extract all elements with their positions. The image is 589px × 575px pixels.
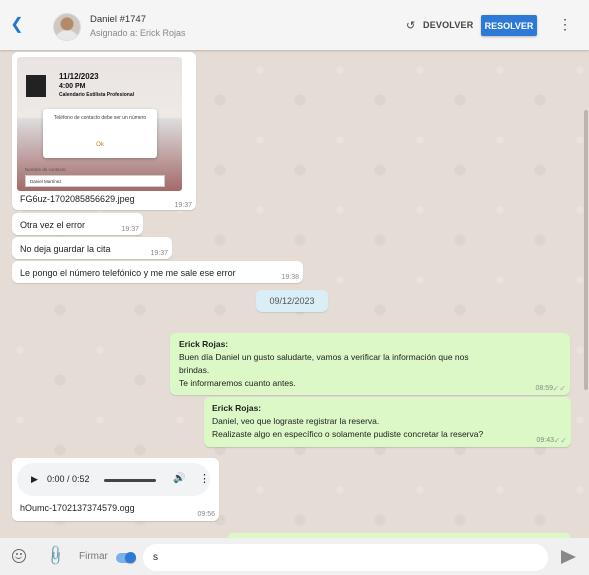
message-time: 19:38 — [281, 274, 299, 281]
message-in: No deja guardar la cita 19:37 — [12, 237, 172, 259]
message-in: Otra vez el error 19:37 — [12, 213, 143, 235]
avatar — [53, 13, 81, 41]
message-body: Erick Rojas: Daniel, veo que lograste re… — [212, 403, 483, 441]
emoji-icon[interactable] — [12, 549, 26, 563]
sign-label: Firmar — [79, 551, 108, 562]
scrollbar[interactable] — [584, 110, 588, 390]
chat-header: ❮ Daniel #1747 Asignado a: Erick Rojas ↺… — [0, 0, 589, 50]
card-time: 4:00 PM — [59, 83, 86, 90]
chat-area[interactable]: 11/12/2023 4:00 PM Calendario Estilista … — [0, 50, 589, 538]
message-line: Te informaremos cuanto antes. — [179, 378, 296, 388]
attachment-image[interactable]: 11/12/2023 4:00 PM Calendario Estilista … — [17, 57, 182, 191]
message-time: 08:59 — [535, 385, 553, 392]
read-ticks-icon: ✓✓ — [553, 436, 567, 445]
message-in: Le pongo el número telefónico y me me sa… — [12, 261, 303, 283]
more-vert-icon[interactable]: ⋮ — [199, 472, 210, 485]
message-line: Buen día Daniel un gusto saludarte, vamo… — [179, 352, 469, 362]
audio-progress[interactable] — [104, 479, 156, 482]
sign-toggle-knob[interactable] — [125, 552, 136, 563]
message-input[interactable]: s — [143, 544, 548, 571]
dialog-text: Teléfono de contacto debe ser un número — [53, 115, 147, 121]
message-time: 19:37 — [121, 226, 139, 233]
contact-name: Daniel #1747 — [90, 14, 146, 25]
card-date: 11/12/2023 — [59, 72, 99, 81]
undo-icon[interactable]: ↺ — [406, 19, 415, 32]
audio-filename[interactable]: hOumc-1702137374579.ogg — [20, 503, 135, 513]
message-body: Erick Rojas: Buen día Daniel un gusto sa… — [179, 339, 469, 390]
message-out: Erick Rojas: Daniel, veo que lograste re… — [204, 397, 571, 447]
salon-logo-icon — [26, 75, 46, 97]
card-service: Calendario Estilista Profesional — [59, 92, 135, 98]
play-icon[interactable]: ▶ — [31, 474, 38, 485]
sender-name: Erick Rojas: — [179, 339, 229, 349]
image-filename[interactable]: FG6uz-1702085856629.jpeg — [20, 194, 135, 204]
resolve-button[interactable]: RESOLVER — [481, 15, 537, 36]
sender-name: Erick Rojas: — [212, 403, 262, 413]
back-arrow-icon[interactable]: ❮ — [9, 17, 25, 33]
image-message[interactable]: 11/12/2023 4:00 PM Calendario Estilista … — [12, 52, 196, 210]
send-icon[interactable] — [561, 550, 576, 564]
audio-message: ▶ 0:00 / 0:52 🔊 ⋮ hOumc-1702137374579.og… — [12, 458, 219, 521]
form-value: Daniel Martínez — [25, 175, 165, 187]
message-text: No deja guardar la cita — [20, 244, 111, 254]
more-vert-icon[interactable]: ⋮ — [558, 16, 572, 33]
message-text: Otra vez el error — [20, 220, 86, 230]
read-ticks-icon: ✓✓ — [552, 384, 566, 393]
return-button[interactable]: DEVOLVER — [423, 20, 473, 30]
assigned-agent: Asignado a: Erick Rojas — [90, 28, 186, 38]
audio-time: 0:00 / 0:52 — [47, 474, 90, 484]
message-line: Realizaste algo en específico o solament… — [212, 429, 484, 439]
volume-icon[interactable]: 🔊 — [173, 473, 185, 484]
message-time: 09:43 — [536, 437, 554, 444]
audio-player[interactable]: ▶ 0:00 / 0:52 🔊 ⋮ — [17, 463, 210, 496]
form-label: Nombre de contacto — [25, 167, 66, 172]
message-time: 19:37 — [174, 202, 192, 209]
dialog-ok: Ok — [96, 142, 104, 148]
date-divider: 09/12/2023 — [256, 290, 328, 312]
message-line: brindas. — [179, 365, 210, 375]
message-time: 09:56 — [197, 511, 215, 518]
message-text: Le pongo el número telefónico y me me sa… — [20, 268, 236, 278]
message-line: Daniel, veo que lograste registrar la re… — [212, 416, 380, 426]
message-time: 19:37 — [150, 250, 168, 257]
error-dialog: Teléfono de contacto debe ser un número … — [43, 109, 157, 158]
message-out: Erick Rojas: Buen día Daniel un gusto sa… — [170, 333, 570, 395]
